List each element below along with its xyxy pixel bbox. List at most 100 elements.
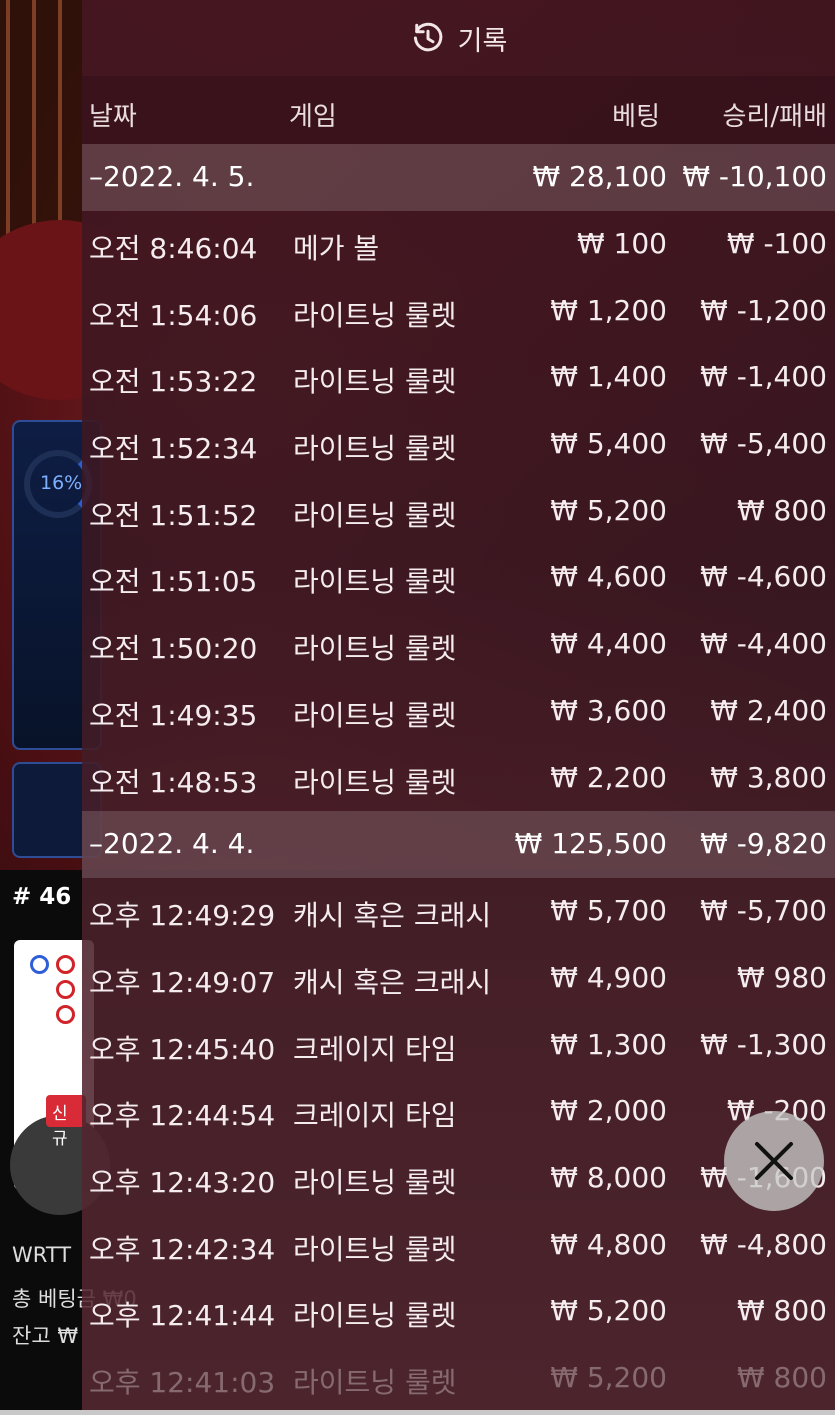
- history-column-header: 날짜 게임 베팅 승리/패배: [82, 76, 835, 144]
- row-time: 오전 1:48:53: [89, 765, 258, 799]
- row-game: 라이트닝 룰렛: [293, 698, 457, 732]
- history-row[interactable]: 오후 12:44:54 크레이지 타임 ₩ 2,000 ₩ -200: [82, 1078, 835, 1145]
- day-date: –2022. 4. 5.: [89, 160, 255, 193]
- row-bet: ₩ 1,400: [550, 360, 667, 394]
- row-bet: ₩ 5,200: [550, 1361, 667, 1394]
- history-row[interactable]: 오후 12:42:34 라이트닝 룰렛 ₩ 4,800 ₩ -4,800: [82, 1212, 835, 1279]
- history-clock-icon: [413, 22, 442, 52]
- day-total-bet: ₩ 28,100: [532, 160, 667, 193]
- history-header: 기록: [82, 0, 835, 76]
- history-row[interactable]: 오전 1:54:06 라이트닝 룰렛 ₩ 1,200 ₩ -1,200: [82, 278, 835, 345]
- column-result: 승리/패배: [722, 102, 827, 132]
- row-game: 라이트닝 룰렛: [293, 1165, 457, 1199]
- row-result: ₩ 2,400: [710, 693, 827, 727]
- round-number: # 46: [12, 884, 72, 910]
- row-bet: ₩ 2,000: [550, 1094, 667, 1128]
- row-result: ₩ -5,400: [700, 427, 827, 461]
- history-list[interactable]: –2022. 4. 5. ₩ 28,100 ₩ -10,100 오전 8:46:04 메…: [82, 144, 835, 1412]
- history-row[interactable]: 오전 1:49:35 라이트닝 룰렛 ₩ 3,600 ₩ 2,400: [82, 678, 835, 745]
- row-result: ₩ 800: [736, 493, 827, 527]
- day-total-result: ₩ -9,820: [700, 827, 827, 861]
- day-group-header[interactable]: –2022. 4. 5. ₩ 28,100 ₩ -10,100: [82, 144, 835, 211]
- row-time: 오전 8:46:04: [89, 232, 258, 265]
- history-row[interactable]: 오전 1:51:05 라이트닝 룰렛 ₩ 4,600 ₩ -4,600: [82, 544, 835, 611]
- day-group-header[interactable]: –2022. 4. 4. ₩ 125,500 ₩ -9,820: [82, 811, 835, 879]
- history-row[interactable]: 오전 1:53:22 라이트닝 룰렛 ₩ 1,400 ₩ -1,400: [82, 344, 835, 411]
- row-game: 라이트닝 룰렛: [293, 632, 457, 666]
- row-result: ₩ 3,800: [710, 760, 827, 794]
- row-time: 오후 12:45:40: [89, 1032, 276, 1066]
- progress-percent: 16%: [40, 472, 83, 494]
- history-row[interactable]: 오전 8:46:04 메가 볼 ₩ 100 ₩ -100: [82, 211, 835, 278]
- row-game: 캐시 혹은 크래시: [293, 899, 492, 933]
- history-row[interactable]: 오전 1:48:53 라이트닝 룰렛 ₩ 2,200 ₩ 3,800: [82, 745, 835, 812]
- row-game: 크레이지 타임: [293, 1099, 457, 1133]
- row-bet: ₩ 100: [576, 227, 667, 260]
- column-game: 게임: [289, 102, 337, 132]
- row-game: 라이트닝 룰렛: [293, 432, 457, 466]
- row-time: 오후 12:42:34: [89, 1232, 276, 1266]
- row-time: 오전 1:51:52: [89, 498, 258, 532]
- close-button[interactable]: [724, 1111, 824, 1211]
- row-result: ₩ -4,400: [700, 627, 827, 661]
- row-bet: ₩ 8,000: [550, 1160, 667, 1194]
- home-indicator-bar: [0, 1410, 835, 1415]
- row-bet: ₩ 1,200: [550, 293, 667, 327]
- row-result: ₩ 800: [736, 1294, 827, 1328]
- column-date: 날짜: [89, 102, 137, 132]
- row-time: 오전 1:52:34: [89, 432, 258, 466]
- row-time: 오전 1:53:22: [89, 365, 258, 399]
- row-result: ₩ -1,300: [700, 1027, 827, 1061]
- row-game: 캐시 혹은 크래시: [293, 965, 492, 999]
- row-bet: ₩ 2,200: [550, 760, 667, 794]
- row-bet: ₩ 4,400: [550, 627, 667, 661]
- row-bet: ₩ 4,900: [550, 960, 667, 994]
- history-row[interactable]: 오후 12:41:03 라이트닝 룰렛 ₩ 5,200 ₩ 800: [82, 1345, 835, 1412]
- row-bet: ₩ 5,700: [550, 894, 667, 928]
- close-icon: [755, 1142, 793, 1180]
- row-result: ₩ 800: [736, 1361, 827, 1394]
- row-game: 라이트닝 룰렛: [293, 365, 457, 399]
- row-game: 라이트닝 룰렛: [293, 298, 457, 332]
- history-panel: 기록 날짜 게임 베팅 승리/패배 –2022. 4. 5. ₩ 28,100 ₩ …: [82, 0, 835, 1415]
- row-bet: ₩ 5,200: [550, 1294, 667, 1328]
- row-bet: ₩ 5,400: [550, 427, 667, 461]
- row-bet: ₩ 3,600: [550, 693, 667, 727]
- row-time: 오후 12:49:29: [89, 899, 276, 933]
- bg-line-3: 잔고 ₩: [12, 1324, 79, 1348]
- history-row[interactable]: 오전 1:50:20 라이트닝 룰렛 ₩ 4,400 ₩ -4,400: [82, 611, 835, 678]
- row-result: ₩ -4,600: [700, 560, 827, 594]
- day-total-result: ₩ -10,100: [682, 160, 827, 193]
- bead-red: [56, 980, 75, 999]
- row-time: 오전 1:54:06: [89, 298, 258, 332]
- bead-blue: [30, 955, 49, 974]
- row-time: 오후 12:41:44: [89, 1299, 276, 1333]
- history-row[interactable]: 오후 12:49:07 캐시 혹은 크래시 ₩ 4,900 ₩ 980: [82, 945, 835, 1012]
- bead-red: [56, 1005, 75, 1024]
- row-bet: ₩ 4,600: [550, 560, 667, 594]
- row-game: 라이트닝 룰렛: [293, 565, 457, 599]
- history-row[interactable]: 오후 12:49:29 캐시 혹은 크래시 ₩ 5,700 ₩ -5,700: [82, 878, 835, 945]
- row-game: 라이트닝 룰렛: [293, 765, 457, 799]
- bg-line-1: WRTT: [12, 1243, 72, 1267]
- bead-red: [56, 955, 75, 974]
- day-total-bet: ₩ 125,500: [514, 827, 667, 861]
- row-result: ₩ -4,800: [700, 1227, 827, 1261]
- row-bet: ₩ 1,300: [550, 1027, 667, 1061]
- history-row[interactable]: 오전 1:51:52 라이트닝 룰렛 ₩ 5,200 ₩ 800: [82, 478, 835, 545]
- row-time: 오전 1:49:35: [89, 698, 258, 732]
- row-time: 오후 12:44:54: [89, 1099, 276, 1133]
- row-game: 크레이지 타임: [293, 1032, 457, 1066]
- history-row[interactable]: 오후 12:45:40 크레이지 타임 ₩ 1,300 ₩ -1,300: [82, 1012, 835, 1079]
- history-row[interactable]: 오후 12:41:44 라이트닝 룰렛 ₩ 5,200 ₩ 800: [82, 1278, 835, 1345]
- history-row[interactable]: 오후 12:43:20라이트닝 룰렛₩ 8,000₩ -1,600: [82, 1145, 835, 1212]
- row-time: 오후 12:49:07: [89, 965, 276, 999]
- row-result: ₩ -1,400: [700, 360, 827, 394]
- row-time: 오후 12:41:03: [89, 1366, 276, 1399]
- history-row[interactable]: 오전 1:52:34 라이트닝 룰렛 ₩ 5,400 ₩ -5,400: [82, 411, 835, 478]
- row-result: ₩ -5,700: [700, 894, 827, 928]
- row-game: 라이트닝 룰렛: [293, 1299, 457, 1333]
- row-game: 라이트닝 룰렛: [293, 1232, 457, 1266]
- column-bet: 베팅: [612, 102, 660, 132]
- history-title: 기록: [457, 25, 508, 57]
